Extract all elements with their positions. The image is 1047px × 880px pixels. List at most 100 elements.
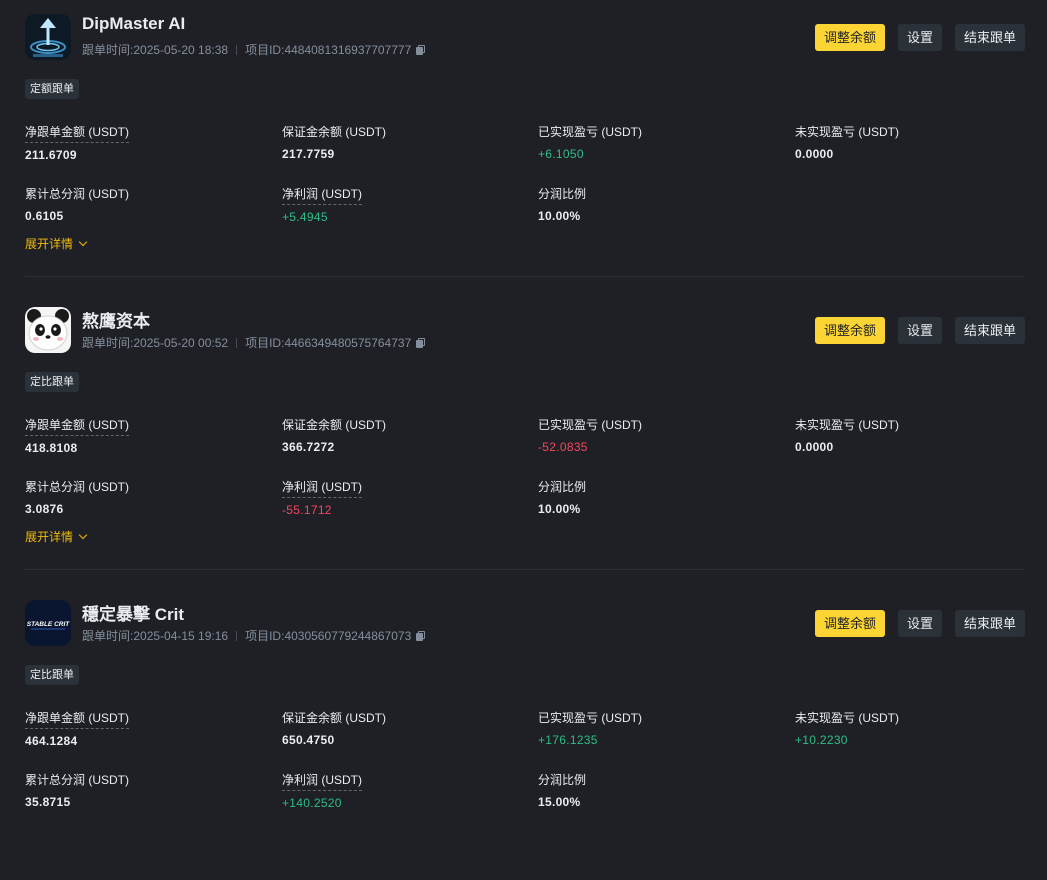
adjust-balance-button[interactable]: 调整余额 [814, 317, 885, 344]
share-ratio-label: 分润比例 [538, 773, 587, 787]
chevron-down-icon [78, 530, 88, 540]
card-meta: 跟单时间: 2025-04-15 19:16 项目ID: 40305607792… [82, 627, 426, 644]
margin-balance-label: 保证金余额 (USDT) [282, 711, 386, 725]
copy-trade-card: DipMaster AI 跟单时间: 2025-05-20 18:38 项目ID… [25, 14, 1025, 294]
unrealized-pnl-stat: 未实现盈亏 (USDT) 0.0000 [795, 123, 1035, 161]
trader-name[interactable]: DipMaster AI [82, 14, 185, 34]
end-copy-button[interactable]: 结束跟单 [954, 317, 1025, 344]
copy-mode-badge: 定比跟单 [25, 665, 79, 685]
adjust-balance-button[interactable]: 调整余额 [814, 24, 885, 51]
copy-icon[interactable] [416, 631, 426, 641]
net-amount-stat: 净跟单金额 (USDT) 211.6709 [25, 123, 265, 162]
share-ratio-value: 15.00% [538, 795, 581, 809]
net-profit-label[interactable]: 净利润 (USDT) [282, 478, 362, 498]
copy-trade-card: STABLE CRIT 穩定暴擊 Crit 跟单时间: 2025-04-15 1… [25, 600, 1025, 880]
share-ratio-stat: 分润比例 10.00% [538, 185, 778, 223]
share-ratio-stat: 分润比例 10.00% [538, 478, 778, 516]
net-amount-value: 211.6709 [25, 148, 77, 162]
unrealized-pnl-value: 0.0000 [795, 440, 834, 454]
card-actions: 调整余额 设置 结束跟单 [814, 24, 1025, 51]
follow-time-label: 跟单时间: [82, 629, 134, 643]
net-profit-value: +140.2520 [282, 796, 342, 810]
unrealized-pnl-label: 未实现盈亏 (USDT) [795, 711, 899, 725]
stable-crit-logo-text: STABLE CRIT [27, 621, 71, 628]
project-id: 4484081316937707777 [284, 42, 412, 57]
adjust-balance-button[interactable]: 调整余额 [814, 610, 885, 637]
follow-time: 2025-05-20 18:38 [133, 42, 229, 57]
margin-balance-label: 保证金余额 (USDT) [282, 125, 386, 139]
total-profit-share-label: 累计总分润 (USDT) [25, 480, 129, 494]
total-profit-share-stat: 累计总分润 (USDT) 35.8715 [25, 771, 265, 809]
copy-icon[interactable] [416, 45, 426, 55]
unrealized-pnl-value: +10.2230 [795, 733, 848, 747]
dipmaster-logo-icon[interactable] [25, 14, 71, 60]
margin-balance-stat: 保证金余额 (USDT) 366.7272 [282, 416, 522, 454]
realized-pnl-stat: 已实现盈亏 (USDT) +176.1235 [538, 709, 778, 747]
unrealized-pnl-stat: 未实现盈亏 (USDT) 0.0000 [795, 416, 1035, 454]
net-amount-label[interactable]: 净跟单金额 (USDT) [25, 709, 129, 729]
meta-divider [236, 44, 238, 55]
share-ratio-value: 10.00% [538, 209, 581, 223]
net-amount-stat: 净跟单金额 (USDT) 418.8108 [25, 416, 265, 455]
copy-trade-card: 熬鹰资本 跟单时间: 2025-05-20 00:52 项目ID: 446634… [25, 307, 1025, 587]
end-copy-button[interactable]: 结束跟单 [954, 24, 1025, 51]
card-divider [25, 276, 1025, 277]
expand-details-label: 展开详情 [25, 530, 74, 544]
total-profit-share-stat: 累计总分润 (USDT) 3.0876 [25, 478, 265, 516]
settings-button[interactable]: 设置 [897, 317, 942, 344]
margin-balance-stat: 保证金余额 (USDT) 217.7759 [282, 123, 522, 161]
expand-details-link[interactable]: 展开详情 [25, 235, 88, 252]
realized-pnl-stat: 已实现盈亏 (USDT) +6.1050 [538, 123, 778, 161]
net-amount-label[interactable]: 净跟单金额 (USDT) [25, 416, 129, 436]
card-meta: 跟单时间: 2025-05-20 00:52 项目ID: 44663494805… [82, 334, 426, 351]
unrealized-pnl-stat: 未实现盈亏 (USDT) +10.2230 [795, 709, 1035, 747]
project-id: 4466349480575764737 [284, 335, 412, 350]
trader-name[interactable]: 穩定暴擊 Crit [82, 600, 184, 625]
net-profit-label[interactable]: 净利润 (USDT) [282, 185, 362, 205]
net-profit-stat: 净利润 (USDT) +5.4945 [282, 185, 522, 224]
realized-pnl-value: +176.1235 [538, 733, 598, 747]
net-amount-label[interactable]: 净跟单金额 (USDT) [25, 123, 129, 143]
unrealized-pnl-value: 0.0000 [795, 147, 834, 161]
realized-pnl-stat: 已实现盈亏 (USDT) -52.0835 [538, 416, 778, 454]
project-id-label: 项目ID: [245, 43, 285, 57]
meta-divider [236, 630, 238, 641]
follow-time: 2025-04-15 19:16 [133, 628, 229, 643]
panda-avatar-icon[interactable] [25, 307, 71, 353]
card-actions: 调整余额 设置 结束跟单 [814, 610, 1025, 637]
total-profit-share-label: 累计总分润 (USDT) [25, 187, 129, 201]
meta-divider [236, 337, 238, 348]
total-profit-share-stat: 累计总分润 (USDT) 0.6105 [25, 185, 265, 223]
net-amount-stat: 净跟单金额 (USDT) 464.1284 [25, 709, 265, 748]
margin-balance-label: 保证金余额 (USDT) [282, 418, 386, 432]
settings-button[interactable]: 设置 [897, 610, 942, 637]
stable-crit-logo-icon[interactable]: STABLE CRIT [25, 600, 71, 646]
net-profit-value: +5.4945 [282, 210, 328, 224]
card-meta: 跟单时间: 2025-05-20 18:38 项目ID: 44840813169… [82, 41, 426, 58]
end-copy-button[interactable]: 结束跟单 [954, 610, 1025, 637]
net-profit-label[interactable]: 净利润 (USDT) [282, 771, 362, 791]
copy-mode-badge: 定额跟单 [25, 79, 79, 99]
realized-pnl-value: +6.1050 [538, 147, 584, 161]
trader-name[interactable]: 熬鹰资本 [82, 307, 150, 332]
net-profit-stat: 净利润 (USDT) -55.1712 [282, 478, 522, 517]
realized-pnl-label: 已实现盈亏 (USDT) [538, 125, 642, 139]
net-profit-value: -55.1712 [282, 503, 332, 517]
settings-button[interactable]: 设置 [897, 24, 942, 51]
expand-details-label: 展开详情 [25, 237, 74, 251]
realized-pnl-label: 已实现盈亏 (USDT) [538, 418, 642, 432]
margin-balance-value: 366.7272 [282, 440, 335, 454]
net-profit-stat: 净利润 (USDT) +140.2520 [282, 771, 522, 810]
copy-icon[interactable] [416, 338, 426, 348]
follow-time: 2025-05-20 00:52 [133, 335, 229, 350]
share-ratio-value: 10.00% [538, 502, 581, 516]
unrealized-pnl-label: 未实现盈亏 (USDT) [795, 418, 899, 432]
margin-balance-stat: 保证金余额 (USDT) 650.4750 [282, 709, 522, 747]
project-id: 4030560779244867073 [284, 628, 412, 643]
total-profit-share-value: 3.0876 [25, 502, 64, 516]
expand-details-link[interactable]: 展开详情 [25, 528, 88, 545]
share-ratio-label: 分润比例 [538, 480, 587, 494]
project-id-label: 项目ID: [245, 336, 285, 350]
unrealized-pnl-label: 未实现盈亏 (USDT) [795, 125, 899, 139]
total-profit-share-value: 0.6105 [25, 209, 64, 223]
